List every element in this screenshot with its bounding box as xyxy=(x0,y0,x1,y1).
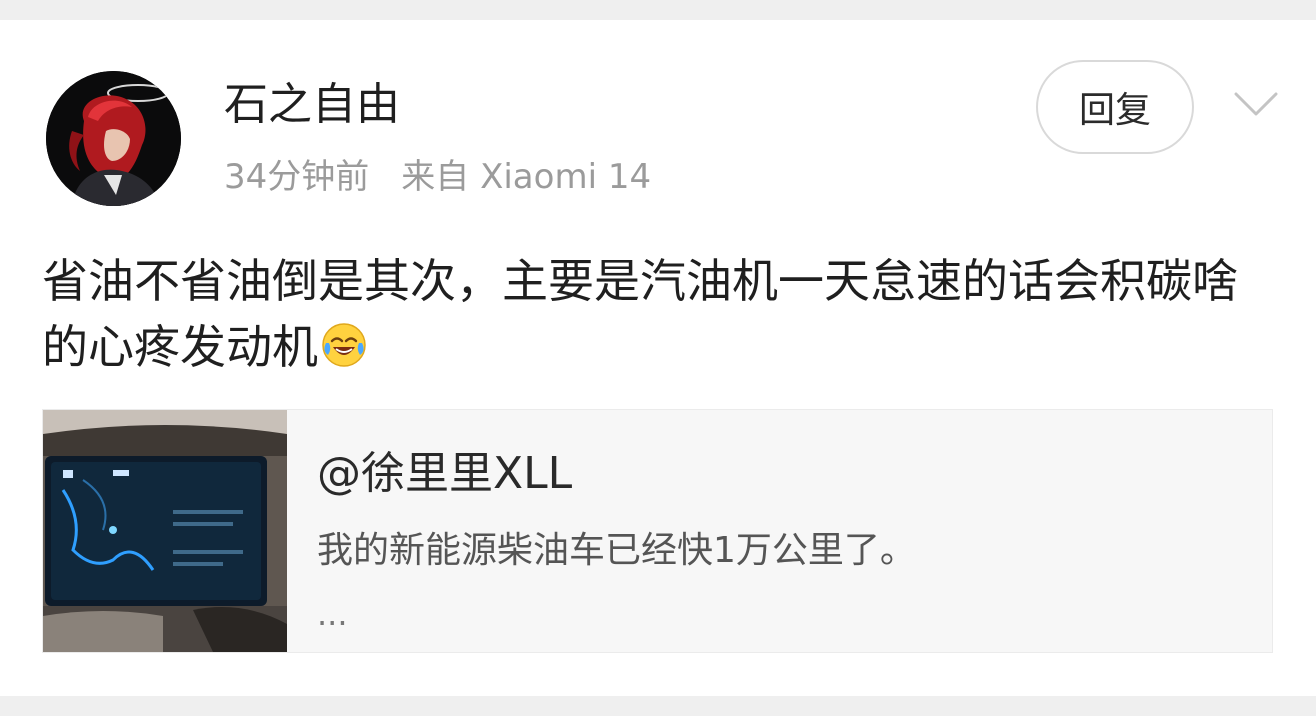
post-meta: 34分钟前 来自 Xiaomi 14 xyxy=(224,154,651,200)
post-content: 省油不省油倒是其次，主要是汽油机一天怠速的话会积碳啥的心疼发动机 xyxy=(42,248,1274,380)
avatar-image xyxy=(46,71,181,206)
comment-card: 石之自由 34分钟前 来自 Xiaomi 14 回复 省油不省油倒是其次，主要是汽… xyxy=(0,20,1316,696)
quoted-ellipsis: ... xyxy=(317,595,348,633)
chevron-down-icon[interactable] xyxy=(1228,82,1284,126)
quoted-post[interactable]: @徐里里XLL 我的新能源柴油车已经快1万公里了。 ... xyxy=(42,409,1273,653)
quoted-post-thumbnail xyxy=(43,410,287,652)
page: 石之自由 34分钟前 来自 Xiaomi 14 回复 省油不省油倒是其次，主要是汽… xyxy=(0,0,1316,716)
post-source: 来自 Xiaomi 14 xyxy=(401,157,652,197)
quoted-text: 我的新能源柴油车已经快1万公里了。 xyxy=(317,530,916,571)
avatar[interactable] xyxy=(46,71,181,206)
reply-button[interactable]: 回复 xyxy=(1036,60,1194,154)
post-time: 34分钟前 xyxy=(224,157,370,197)
laugh-cry-emoji-icon xyxy=(320,320,368,368)
quoted-author[interactable]: @徐里里XLL xyxy=(317,446,572,502)
post-text: 省油不省油倒是其次，主要是汽油机一天怠速的话会积碳啥的心疼发动机 xyxy=(42,254,1238,374)
username[interactable]: 石之自由 xyxy=(224,77,400,133)
